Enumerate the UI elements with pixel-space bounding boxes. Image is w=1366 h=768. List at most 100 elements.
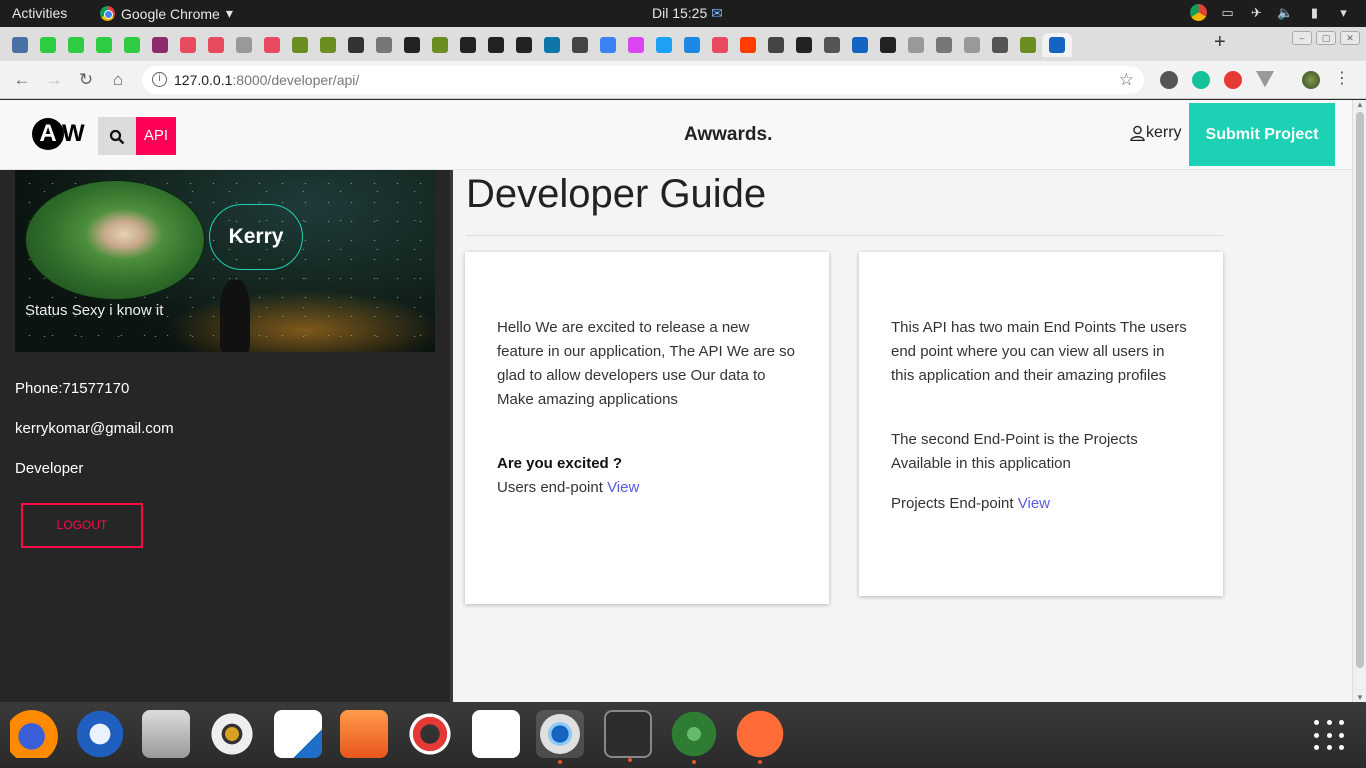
browser-tab[interactable]	[510, 33, 538, 57]
thunderbird-icon[interactable]	[76, 710, 124, 758]
browser-tab[interactable]	[622, 33, 650, 57]
browser-tab[interactable]	[846, 33, 874, 57]
browser-tab[interactable]	[734, 33, 762, 57]
profile-avatar-icon[interactable]	[1302, 71, 1320, 89]
browser-tab[interactable]	[230, 33, 258, 57]
airplane-icon[interactable]: ✈	[1248, 4, 1265, 21]
files-icon[interactable]	[142, 710, 190, 758]
browser-tab[interactable]	[426, 33, 454, 57]
close-window-button[interactable]: ✕	[1340, 31, 1360, 45]
back-button[interactable]: ←	[10, 68, 34, 92]
chrome-tray-icon[interactable]	[1190, 4, 1207, 21]
users-view-link[interactable]: View	[607, 479, 639, 496]
tab-favicon-icon	[908, 37, 924, 53]
show-applications-button[interactable]	[1314, 720, 1346, 752]
display-icon[interactable]: ▭	[1219, 4, 1236, 21]
submit-project-button[interactable]: Submit Project	[1189, 103, 1335, 166]
browser-tab[interactable]	[454, 33, 482, 57]
browser-tab[interactable]	[6, 33, 34, 57]
scrollbar[interactable]: ▲ ▼	[1352, 100, 1366, 702]
browser-tab[interactable]	[902, 33, 930, 57]
projects-view-link[interactable]: View	[1018, 495, 1050, 512]
chrome-dock-icon[interactable]	[536, 710, 584, 764]
browser-tab[interactable]	[342, 33, 370, 57]
chevron-down-icon[interactable]: ▾	[1335, 4, 1352, 21]
browser-tab[interactable]	[118, 33, 146, 57]
card-second: The second End-Point is the Projects Ava…	[891, 431, 1138, 472]
system-tray[interactable]: ▭ ✈ 🔈 ▮ ▾	[1190, 4, 1352, 21]
extension-icon[interactable]	[1224, 71, 1242, 89]
browser-tab[interactable]	[398, 33, 426, 57]
browser-tab[interactable]	[34, 33, 62, 57]
browser-tab[interactable]	[286, 33, 314, 57]
browser-tab[interactable]	[930, 33, 958, 57]
vue-devtools-icon[interactable]	[1256, 71, 1274, 88]
maximize-button[interactable]: ▢	[1316, 31, 1336, 45]
avatar	[25, 180, 205, 300]
app-menu[interactable]: Google Chrome ▾	[100, 5, 233, 22]
terminal-icon[interactable]	[604, 710, 652, 762]
tab-favicon-icon	[348, 37, 364, 53]
browser-tab[interactable]	[818, 33, 846, 57]
tab-favicon-icon	[152, 37, 168, 53]
browser-tab[interactable]	[706, 33, 734, 57]
user-link[interactable]: kerry	[1130, 124, 1182, 142]
clock[interactable]: Dil 15:25 ✉	[652, 5, 723, 22]
browser-tab[interactable]	[202, 33, 230, 57]
tab-favicon-icon	[96, 37, 112, 53]
browser-tab[interactable]	[594, 33, 622, 57]
browser-tab[interactable]	[146, 33, 174, 57]
browser-tab[interactable]	[62, 33, 90, 57]
search-button[interactable]	[98, 117, 136, 155]
extension-icon[interactable]	[1160, 71, 1178, 89]
battery-icon[interactable]: ▮	[1306, 4, 1323, 21]
menu-dots-icon[interactable]: ⋮	[1334, 71, 1350, 89]
url-path: :8000/developer/api/	[232, 72, 360, 88]
browser-tab[interactable]	[678, 33, 706, 57]
amazon-icon[interactable]	[472, 710, 520, 758]
api-button[interactable]: API	[136, 117, 176, 155]
active-tab[interactable]	[1042, 33, 1072, 57]
browser-tab[interactable]	[986, 33, 1014, 57]
postman-icon[interactable]	[736, 710, 784, 764]
browser-tab[interactable]	[370, 33, 398, 57]
browser-tab[interactable]	[762, 33, 790, 57]
software-center-icon[interactable]	[340, 710, 388, 758]
writer-icon[interactable]	[274, 710, 322, 758]
logout-button[interactable]: LOGOUT	[21, 503, 143, 548]
minimize-button[interactable]: –	[1292, 31, 1312, 45]
rhythmbox-icon[interactable]	[208, 710, 256, 758]
firefox-icon[interactable]	[10, 710, 58, 758]
new-tab-button[interactable]: +	[1214, 31, 1226, 54]
browser-tab[interactable]	[538, 33, 566, 57]
browser-tab[interactable]	[90, 33, 118, 57]
tab-favicon-icon	[236, 37, 252, 53]
browser-tab[interactable]	[790, 33, 818, 57]
browser-tab[interactable]	[958, 33, 986, 57]
tab-favicon-icon	[880, 37, 896, 53]
browser-tab[interactable]	[258, 33, 286, 57]
site-brand[interactable]: Awwards.	[684, 124, 772, 146]
browser-tab[interactable]	[874, 33, 902, 57]
tab-favicon-icon	[488, 37, 504, 53]
activities-button[interactable]: Activities	[12, 5, 67, 21]
grammarly-icon[interactable]	[1192, 71, 1210, 89]
browser-tab[interactable]	[566, 33, 594, 57]
browser-tab[interactable]	[314, 33, 342, 57]
site-logo[interactable]: AW	[32, 118, 85, 150]
browser-tab[interactable]	[174, 33, 202, 57]
volume-icon[interactable]: 🔈	[1277, 4, 1294, 21]
browser-tab[interactable]	[482, 33, 510, 57]
info-icon[interactable]: i	[152, 72, 167, 87]
forward-button[interactable]: →	[42, 68, 66, 92]
scrollbar-thumb[interactable]	[1356, 112, 1364, 668]
atom-icon[interactable]	[670, 710, 718, 764]
help-icon[interactable]	[406, 710, 454, 758]
divider	[466, 235, 1223, 236]
reload-button[interactable]: ↻	[74, 68, 98, 92]
address-bar[interactable]: i 127.0.0.1:8000/developer/api/ ☆	[142, 66, 1144, 94]
bookmark-star-icon[interactable]: ☆	[1119, 66, 1134, 94]
browser-tab[interactable]	[650, 33, 678, 57]
browser-tab[interactable]	[1014, 33, 1042, 57]
home-button[interactable]: ⌂	[106, 68, 130, 92]
